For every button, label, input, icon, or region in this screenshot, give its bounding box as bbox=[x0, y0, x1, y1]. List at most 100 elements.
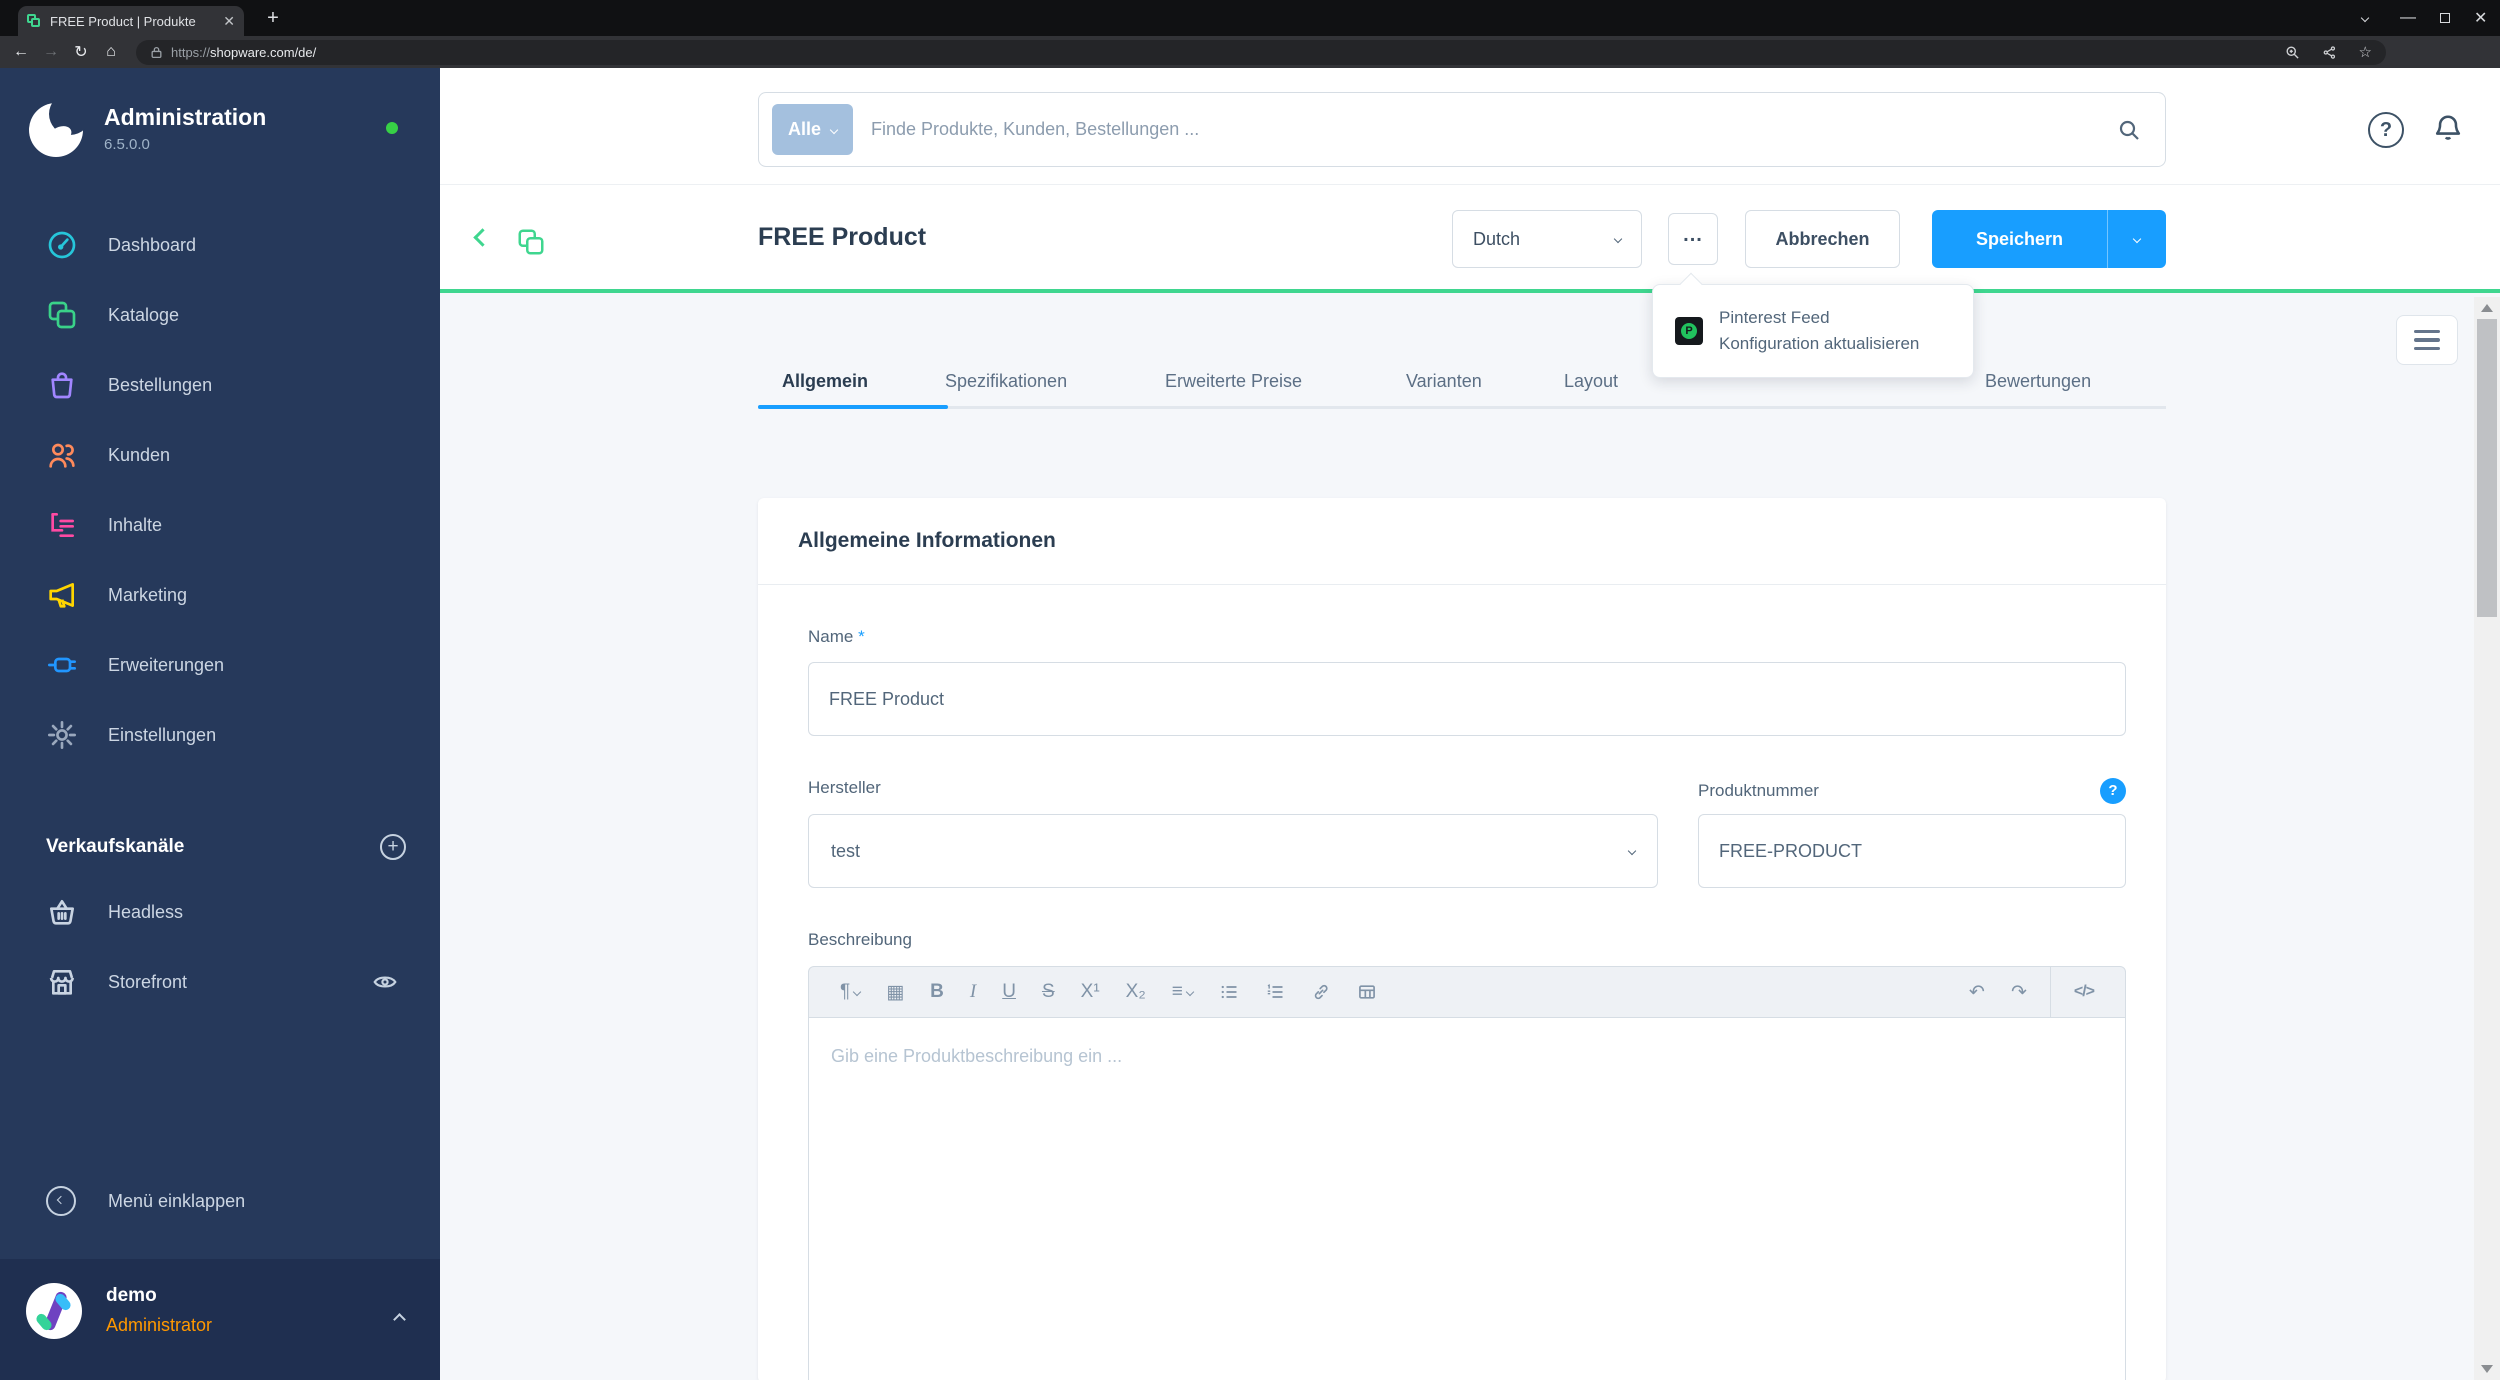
ordered-list-icon[interactable] bbox=[1252, 966, 1298, 1018]
scroll-up-icon[interactable] bbox=[2481, 304, 2493, 312]
save-options-button[interactable] bbox=[2108, 210, 2166, 268]
manufacturer-select[interactable]: test bbox=[808, 814, 1658, 888]
share-icon[interactable] bbox=[2322, 45, 2337, 60]
context-menu-button[interactable]: ... bbox=[1668, 213, 1718, 265]
chevron-down-icon bbox=[1627, 846, 1637, 856]
table-icon[interactable] bbox=[1344, 966, 1390, 1018]
sidebar-item-label: Bestellungen bbox=[108, 374, 213, 395]
tab-varianten[interactable]: Varianten bbox=[1406, 371, 1482, 392]
bold-icon[interactable]: B bbox=[917, 966, 957, 1018]
save-split-button[interactable]: Speichern bbox=[1932, 210, 2166, 268]
customers-icon bbox=[46, 439, 78, 471]
storefront-icon bbox=[46, 966, 78, 998]
description-textarea[interactable]: Gib eine Produktbeschreibung ein ... bbox=[808, 1018, 2126, 1380]
global-search[interactable]: Alle bbox=[758, 92, 2166, 167]
browser-tab-strip: FREE Product | Produkte ✕ + — ✕ bbox=[0, 0, 2500, 36]
shopware-logo bbox=[26, 100, 86, 160]
paragraph-style-icon[interactable]: ¶ bbox=[827, 966, 873, 1018]
sidebar-item-inhalte[interactable]: Inhalte bbox=[0, 490, 440, 560]
zoom-icon[interactable] bbox=[2285, 45, 2300, 60]
redo-icon[interactable]: ↷ bbox=[1998, 966, 2040, 1018]
sales-channels-header: Verkaufskanäle + bbox=[46, 822, 406, 872]
window-restore-button[interactable] bbox=[2440, 0, 2450, 36]
duplicate-icon[interactable] bbox=[516, 227, 546, 257]
address-bar[interactable]: https://shopware.com/de/ ☆ bbox=[136, 39, 2386, 65]
strikethrough-icon[interactable]: S bbox=[1029, 966, 1068, 1018]
avatar bbox=[26, 1283, 82, 1339]
link-icon[interactable] bbox=[1298, 966, 1344, 1018]
browser-tab[interactable]: FREE Product | Produkte ✕ bbox=[18, 6, 244, 36]
unordered-list-icon[interactable] bbox=[1206, 966, 1252, 1018]
description-placeholder: Gib eine Produktbeschreibung ein ... bbox=[831, 1046, 1123, 1066]
search-scope-label: Alle bbox=[788, 119, 822, 139]
browser-home-icon[interactable]: ⌂ bbox=[96, 43, 126, 61]
app-title: Administration bbox=[104, 104, 267, 130]
subscript-icon[interactable]: X₂ bbox=[1113, 966, 1159, 1018]
scroll-down-icon[interactable] bbox=[2481, 1365, 2493, 1373]
code-view-icon[interactable]: </> bbox=[2061, 966, 2107, 1018]
tab-allgemein[interactable]: Allgemein bbox=[782, 371, 868, 392]
sidebar-item-label: Inhalte bbox=[108, 514, 163, 535]
window-minimize-button[interactable]: — bbox=[2400, 0, 2416, 36]
search-input[interactable] bbox=[871, 119, 2117, 140]
search-scope-select[interactable]: Alle bbox=[772, 104, 854, 155]
cancel-button[interactable]: Abbrechen bbox=[1745, 210, 1900, 268]
tab-bewertungen[interactable]: Bewertungen bbox=[1985, 371, 2091, 392]
tab-erweiterte-preise[interactable]: Erweiterte Preise bbox=[1165, 371, 1302, 392]
sidebar-item-marketing[interactable]: Marketing bbox=[0, 560, 440, 630]
sidebar-item-kunden[interactable]: Kunden bbox=[0, 420, 440, 490]
new-tab-button[interactable]: + bbox=[260, 5, 286, 31]
preview-eye-icon[interactable] bbox=[372, 969, 398, 995]
sidebar-item-label: Dashboard bbox=[108, 234, 197, 255]
sidebar-item-storefront[interactable]: Storefront bbox=[0, 947, 440, 1017]
user-name: demo bbox=[106, 1285, 157, 1306]
superscript-icon[interactable]: X¹ bbox=[1068, 966, 1113, 1018]
italic-icon[interactable]: I bbox=[957, 966, 989, 1018]
window-close-button[interactable]: ✕ bbox=[2474, 0, 2487, 36]
bookmark-star-icon[interactable]: ☆ bbox=[2359, 43, 2372, 61]
add-sales-channel-icon[interactable]: + bbox=[380, 834, 406, 860]
tab-spezifikationen[interactable]: Spezifikationen bbox=[945, 371, 1067, 392]
user-menu[interactable]: demo Administrator bbox=[0, 1259, 440, 1380]
tab-search-icon[interactable] bbox=[2360, 0, 2370, 36]
sidebar-item-bestellungen[interactable]: Bestellungen bbox=[0, 350, 440, 420]
card-header: Allgemeine Informationen bbox=[758, 498, 2166, 585]
browser-forward-icon[interactable]: → bbox=[36, 43, 66, 61]
manufacturer-value: test bbox=[831, 840, 861, 861]
sidebar-item-erweiterungen[interactable]: Erweiterungen bbox=[0, 630, 440, 700]
collapse-menu-button[interactable]: Menü einklappen bbox=[46, 1176, 245, 1226]
undo-icon[interactable]: ↶ bbox=[1956, 966, 1998, 1018]
notification-bell-icon[interactable] bbox=[2430, 110, 2466, 146]
back-icon[interactable] bbox=[473, 228, 492, 249]
sidebar-item-dashboard[interactable]: Dashboard bbox=[0, 210, 440, 280]
color-swatch-icon[interactable]: ▦ bbox=[873, 966, 917, 1018]
editor-toolbar: ¶ ▦ B I U S X¹ X₂ ≡ ↶ ↷ </> bbox=[808, 966, 2126, 1018]
name-input[interactable] bbox=[808, 662, 2126, 736]
text-align-icon[interactable]: ≡ bbox=[1159, 966, 1206, 1018]
vertical-scrollbar[interactable] bbox=[2474, 297, 2500, 1380]
save-button[interactable]: Speichern bbox=[1932, 210, 2108, 268]
browser-back-icon[interactable]: ← bbox=[6, 43, 36, 61]
pinterest-icon: P bbox=[1675, 317, 1703, 345]
content-area: Allgemein Spezifikationen Erweiterte Pre… bbox=[440, 297, 2500, 1380]
language-value: Dutch bbox=[1473, 228, 1521, 249]
chevron-down-icon bbox=[2132, 234, 2142, 244]
megaphone-icon bbox=[46, 579, 78, 611]
underline-icon[interactable]: U bbox=[989, 966, 1029, 1018]
sidebar-item-kataloge[interactable]: Kataloge bbox=[0, 280, 440, 350]
field-help-icon[interactable]: ? bbox=[2100, 778, 2126, 804]
help-icon[interactable]: ? bbox=[2368, 112, 2404, 148]
sidebar-item-headless[interactable]: Headless bbox=[0, 877, 440, 947]
sidebar-item-einstellungen[interactable]: Einstellungen bbox=[0, 700, 440, 770]
lock-icon bbox=[150, 46, 163, 59]
language-select[interactable]: Dutch bbox=[1452, 210, 1642, 268]
context-menu-item-pinterest[interactable]: P Pinterest Feed Konfiguration aktualisi… bbox=[1675, 305, 1951, 357]
sidebar-item-label: Erweiterungen bbox=[108, 654, 225, 675]
tab-close-icon[interactable]: ✕ bbox=[223, 13, 235, 30]
product-number-input[interactable] bbox=[1698, 814, 2126, 888]
browser-reload-icon[interactable]: ↻ bbox=[66, 42, 96, 62]
page-settings-button[interactable] bbox=[2396, 315, 2458, 365]
tab-layout[interactable]: Layout bbox=[1564, 371, 1618, 392]
scrollbar-thumb[interactable] bbox=[2477, 319, 2497, 617]
main-area: Alle ? FREE Product Dutch ... Abbrechen … bbox=[440, 68, 2500, 1380]
